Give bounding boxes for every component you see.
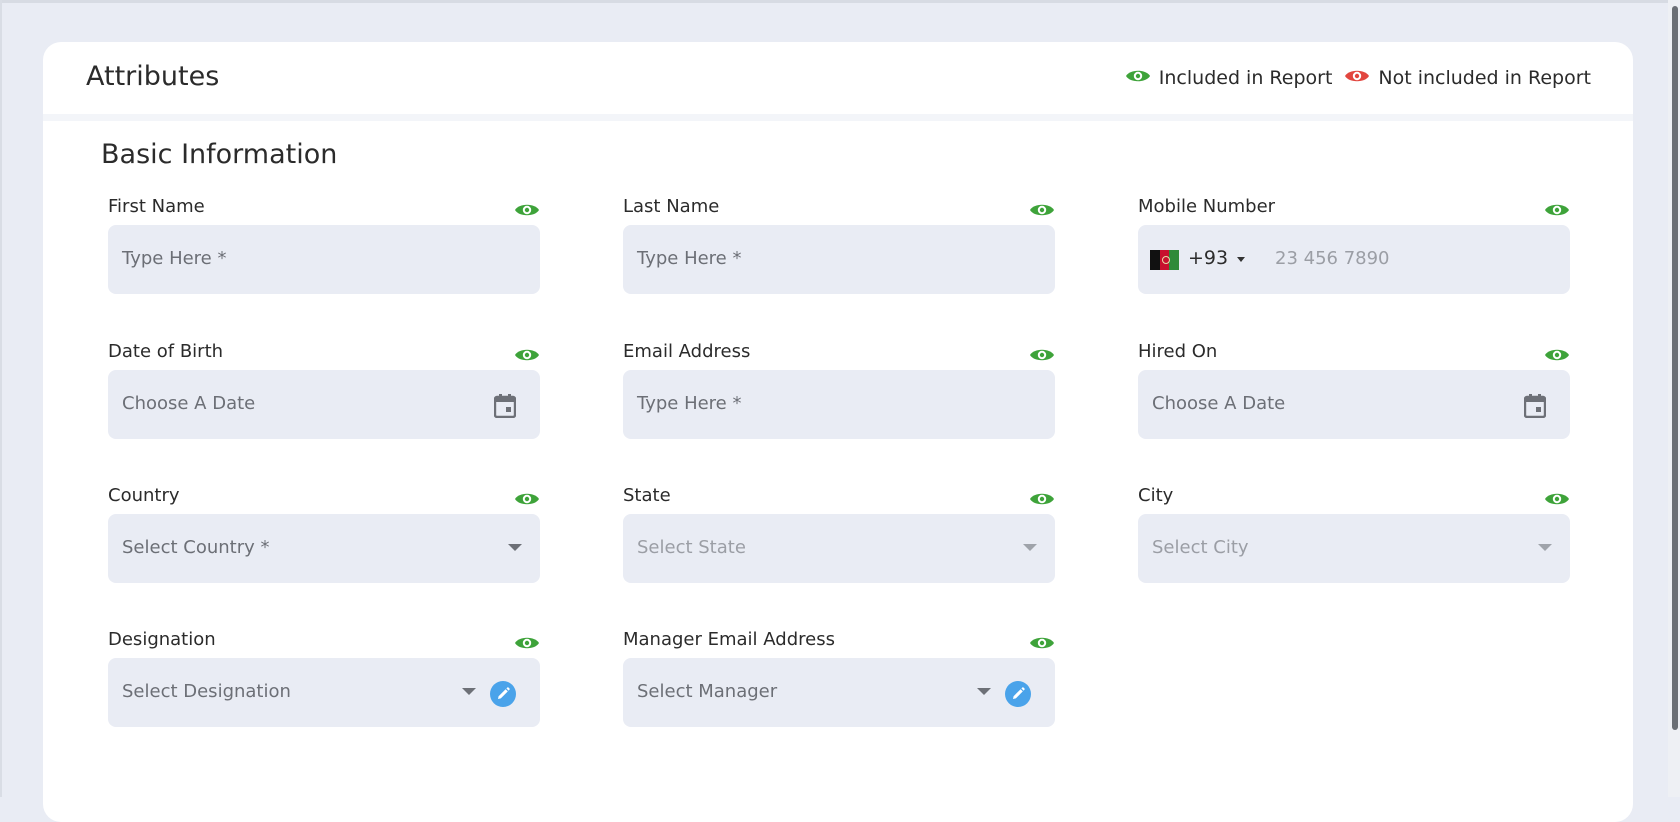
attributes-card: Attributes Included in Report Not includ… bbox=[43, 42, 1633, 822]
manager-email-label: Manager Email Address bbox=[623, 629, 835, 650]
eye-icon[interactable] bbox=[1544, 202, 1570, 222]
left-border bbox=[0, 0, 2, 797]
chevron-down-icon[interactable] bbox=[1538, 544, 1552, 551]
mobile-number-placeholder: 23 456 7890 bbox=[1275, 248, 1390, 269]
legend-included: Included in Report bbox=[1125, 67, 1333, 89]
card-header: Attributes Included in Report Not includ… bbox=[43, 42, 1633, 121]
eye-icon bbox=[1344, 67, 1370, 89]
date-of-birth-placeholder: Choose A Date bbox=[122, 393, 256, 414]
page-title: Attributes bbox=[86, 61, 220, 92]
first-name-input[interactable]: Type Here * bbox=[108, 225, 540, 294]
mobile-number-label: Mobile Number bbox=[1138, 196, 1276, 217]
legend-not-included-label: Not included in Report bbox=[1378, 67, 1591, 89]
last-name-label: Last Name bbox=[623, 196, 720, 217]
chevron-down-icon[interactable] bbox=[1023, 544, 1037, 551]
eye-icon[interactable] bbox=[1029, 635, 1055, 655]
chevron-down-icon[interactable] bbox=[977, 688, 991, 695]
calendar-icon[interactable] bbox=[1523, 394, 1547, 422]
calendar-icon[interactable] bbox=[493, 394, 517, 422]
manager-email-placeholder: Select Manager bbox=[637, 681, 778, 702]
scrollbar-thumb[interactable] bbox=[1672, 6, 1678, 730]
section-title: Basic Information bbox=[101, 139, 338, 170]
country-select[interactable]: Select Country * bbox=[108, 514, 540, 583]
date-of-birth-input[interactable]: Choose A Date bbox=[108, 370, 540, 439]
mobile-number-input[interactable]: +93 23 456 7890 bbox=[1138, 225, 1570, 294]
eye-icon[interactable] bbox=[1544, 347, 1570, 367]
dial-code[interactable]: +93 bbox=[1188, 247, 1228, 269]
date-of-birth-label: Date of Birth bbox=[108, 341, 224, 362]
state-select[interactable]: Select State bbox=[623, 514, 1055, 583]
country-label: Country bbox=[108, 485, 180, 506]
eye-icon[interactable] bbox=[514, 491, 540, 511]
eye-icon[interactable] bbox=[1029, 491, 1055, 511]
eye-icon[interactable] bbox=[1029, 347, 1055, 367]
eye-icon[interactable] bbox=[514, 635, 540, 655]
legend-included-label: Included in Report bbox=[1158, 67, 1333, 89]
designation-select[interactable]: Select Designation bbox=[108, 658, 540, 727]
edit-icon[interactable] bbox=[1005, 681, 1031, 707]
city-label: City bbox=[1138, 485, 1174, 506]
email-address-placeholder: Type Here * bbox=[637, 393, 742, 414]
top-border bbox=[0, 0, 1680, 3]
eye-icon[interactable] bbox=[514, 347, 540, 367]
state-placeholder: Select State bbox=[637, 537, 746, 558]
legend-not-included: Not included in Report bbox=[1344, 67, 1591, 89]
afghanistan-flag-icon[interactable] bbox=[1150, 250, 1180, 270]
country-placeholder: Select Country * bbox=[122, 537, 270, 558]
hired-on-placeholder: Choose A Date bbox=[1152, 393, 1286, 414]
eye-icon[interactable] bbox=[1029, 202, 1055, 222]
eye-icon[interactable] bbox=[1544, 491, 1570, 511]
email-address-label: Email Address bbox=[623, 341, 751, 362]
hired-on-label: Hired On bbox=[1138, 341, 1218, 362]
visibility-legend: Included in Report Not included in Repor… bbox=[1113, 67, 1591, 89]
first-name-label: First Name bbox=[108, 196, 205, 217]
eye-icon bbox=[1125, 67, 1151, 89]
city-placeholder: Select City bbox=[1152, 537, 1249, 558]
last-name-placeholder: Type Here * bbox=[637, 248, 742, 269]
city-select[interactable]: Select City bbox=[1138, 514, 1570, 583]
state-label: State bbox=[623, 485, 671, 506]
dial-code-caret-icon[interactable] bbox=[1237, 257, 1245, 262]
first-name-placeholder: Type Here * bbox=[122, 248, 227, 269]
eye-icon[interactable] bbox=[514, 202, 540, 222]
chevron-down-icon[interactable] bbox=[462, 688, 476, 695]
last-name-input[interactable]: Type Here * bbox=[623, 225, 1055, 294]
hired-on-input[interactable]: Choose A Date bbox=[1138, 370, 1570, 439]
email-address-input[interactable]: Type Here * bbox=[623, 370, 1055, 439]
designation-placeholder: Select Designation bbox=[122, 681, 291, 702]
chevron-down-icon[interactable] bbox=[508, 544, 522, 551]
designation-label: Designation bbox=[108, 629, 216, 650]
manager-email-select[interactable]: Select Manager bbox=[623, 658, 1055, 727]
edit-icon[interactable] bbox=[490, 681, 516, 707]
scrollbar-track[interactable] bbox=[1668, 0, 1680, 797]
